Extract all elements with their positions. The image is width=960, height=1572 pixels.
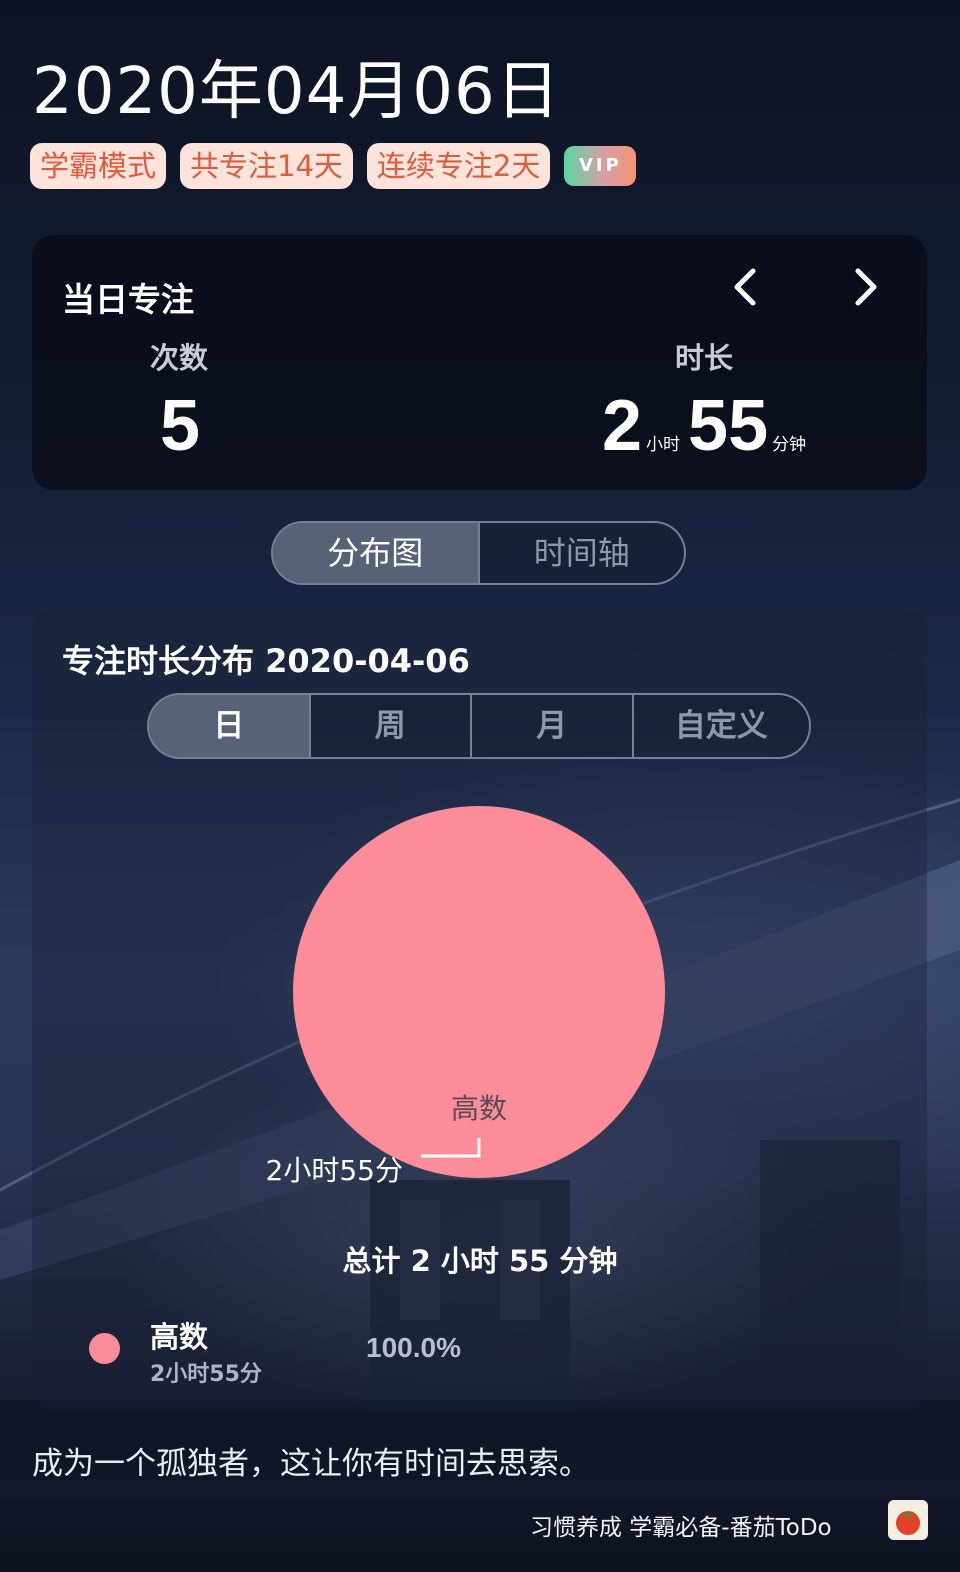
count-label: 次数: [150, 341, 209, 375]
duration-hours-unit: 小时: [646, 435, 681, 454]
footer-app-slogan: 习惯养成 学霸必备-番茄ToDo: [530, 1515, 832, 1541]
tag-row: 学霸模式 共专注14天 连续专注2天 VIP: [30, 143, 637, 189]
duration-hours: 2: [602, 386, 643, 466]
page-date-title: 2020年04月06日: [32, 55, 561, 129]
previous-day-button[interactable]: [727, 265, 767, 309]
tab-month[interactable]: 月: [470, 695, 632, 757]
tab-distribution[interactable]: 分布图: [273, 523, 478, 583]
range-switch: 日 周 月 自定义: [147, 693, 811, 759]
legend-subject-percent: 100.0%: [366, 1332, 461, 1363]
tab-week[interactable]: 周: [308, 695, 471, 757]
tag-streak-days: 连续专注2天: [366, 143, 551, 189]
daily-focus-card: 当日专注 次数 5 时长 2 小时 55 分钟: [32, 235, 927, 490]
distribution-title: 专注时长分布 2020-04-06: [62, 642, 470, 680]
count-value: 5: [160, 386, 201, 466]
next-day-button[interactable]: [844, 265, 884, 309]
duration-label: 时长: [675, 341, 734, 375]
legend-color-dot: [89, 1333, 120, 1364]
chevron-right-icon: [855, 268, 877, 306]
tag-total-days: 共专注14天: [180, 143, 353, 189]
chevron-left-icon: [734, 268, 756, 306]
vip-badge: VIP: [564, 146, 637, 186]
duration-minutes: 55: [688, 386, 769, 466]
tab-timeline[interactable]: 时间轴: [477, 523, 685, 583]
tomato-icon: [896, 1511, 920, 1535]
tab-custom[interactable]: 自定义: [631, 695, 809, 757]
tab-day[interactable]: 日: [149, 695, 309, 757]
duration-value: 2 小时 55 分钟: [602, 385, 814, 467]
legend-subject-name: 高数: [150, 1320, 209, 1354]
duration-minutes-unit: 分钟: [772, 435, 807, 454]
total-duration-text: 总计 2 小时 55 分钟: [342, 1244, 618, 1278]
motivational-quote: 成为一个孤独者，这让你有时间去思索。: [32, 1446, 590, 1482]
tag-study-mode: 学霸模式: [30, 143, 167, 189]
daily-focus-title: 当日专注: [62, 280, 194, 319]
view-switch: 分布图 时间轴: [271, 521, 686, 585]
app-logo: [888, 1500, 928, 1540]
legend-subject-duration: 2小时55分: [150, 1362, 262, 1387]
